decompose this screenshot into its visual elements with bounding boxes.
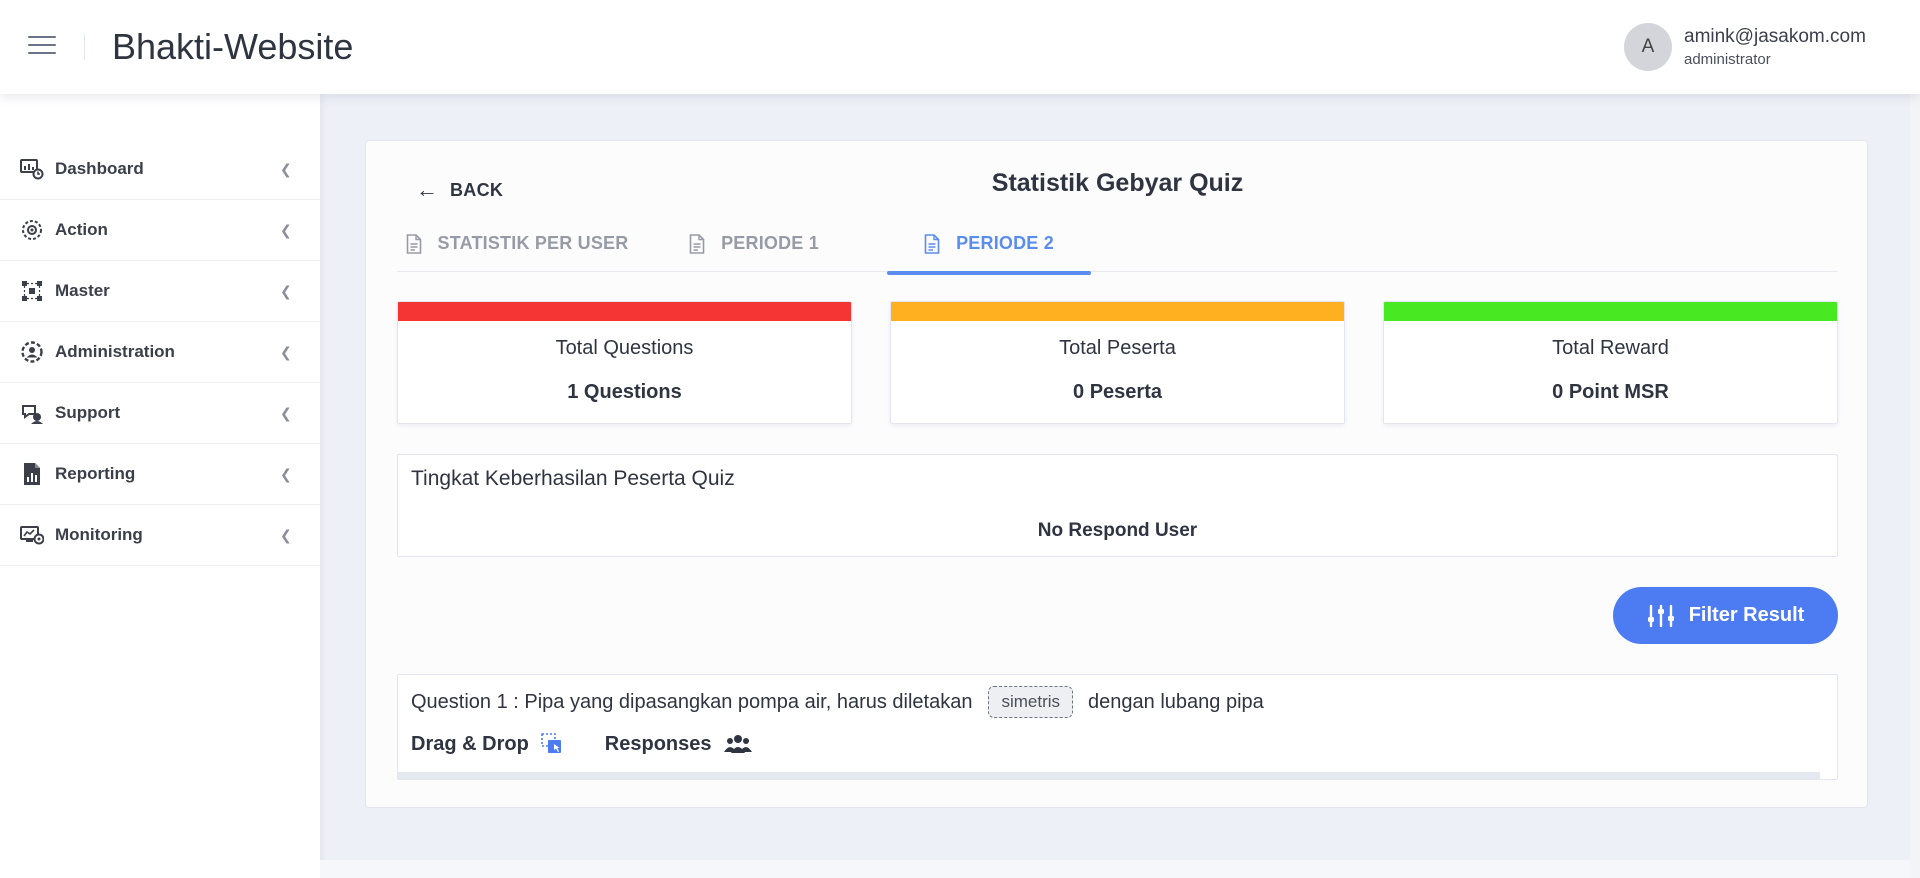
tab-periode-2[interactable]: PERIODE 2 <box>887 215 1091 275</box>
stat-color-bar <box>1384 302 1837 321</box>
sidebar-item-monitoring[interactable]: Monitoring ❮ <box>0 505 320 566</box>
tab-label: STATISTIK PER USER <box>437 233 629 253</box>
tab-bar: STATISTIK PER USER PERIODE 1 PERIODE 2 <box>397 215 1838 275</box>
drag-drop-icon <box>540 733 565 755</box>
chevron-left-icon: ❮ <box>280 404 292 421</box>
avatar[interactable]: A <box>1624 23 1672 71</box>
sidebar-item-label: Master <box>55 281 110 300</box>
question-prefix: Question 1 : Pipa yang dipasangkan pompa… <box>411 690 973 713</box>
sliders-icon <box>1647 604 1674 627</box>
sidebar-item-label: Reporting <box>55 464 136 483</box>
action-icon <box>20 218 44 242</box>
stat-color-bar <box>398 302 851 321</box>
chevron-left-icon: ❮ <box>280 160 292 177</box>
users-icon[interactable] <box>723 733 752 755</box>
stat-value: 0 Peserta <box>1073 381 1162 403</box>
stat-card-total-questions: Total Questions 1 Questions <box>397 301 852 424</box>
question-meta: Drag & Drop Responses <box>411 729 752 759</box>
stat-color-bar <box>891 302 1344 321</box>
reporting-icon <box>20 462 44 486</box>
document-icon <box>924 233 940 254</box>
filter-result-label: Filter Result <box>1688 604 1805 626</box>
answer-chip[interactable]: simetris <box>988 686 1074 718</box>
stat-title: Total Reward <box>1552 337 1669 359</box>
filter-result-button[interactable]: Filter Result <box>1613 587 1838 644</box>
page-scrollbar[interactable] <box>1910 94 1920 878</box>
sidebar-item-label: Administration <box>55 342 175 361</box>
support-icon <box>20 401 44 425</box>
document-icon <box>406 233 421 254</box>
tab-label: PERIODE 2 <box>956 233 1054 253</box>
chevron-left-icon: ❮ <box>280 343 292 360</box>
user-role: administrator <box>1684 51 1771 68</box>
success-rate-panel: Tingkat Keberhasilan Peserta Quiz No Res… <box>397 454 1838 557</box>
sidebar-item-label: Action <box>55 220 108 239</box>
tab-label: PERIODE 1 <box>721 233 819 253</box>
sidebar-item-label: Support <box>55 403 121 422</box>
question-item: Question 1 : Pipa yang dipasangkan pompa… <box>397 674 1838 780</box>
chevron-left-icon: ❮ <box>280 465 292 482</box>
hamburger-menu-icon[interactable] <box>28 36 56 58</box>
chevron-left-icon: ❮ <box>280 282 292 299</box>
sidebar-item-master[interactable]: Master ❮ <box>0 261 320 322</box>
administration-icon <box>20 340 44 364</box>
stat-card-total-peserta: Total Peserta 0 Peserta <box>890 301 1345 424</box>
top-header: Bhakti-Website A amink@jasakom.com admin… <box>0 0 1920 94</box>
sidebar-item-reporting[interactable]: Reporting ❮ <box>0 444 320 505</box>
stat-value: 0 Point MSR <box>1552 381 1669 403</box>
sidebar: Dashboard ❮ Action ❮ Master ❮ Administra… <box>0 94 320 878</box>
question-suffix: dengan lubang pipa <box>1088 690 1264 713</box>
footer-strip <box>320 860 1910 878</box>
sidebar-item-label: Dashboard <box>55 159 144 178</box>
tab-periode-1[interactable]: PERIODE 1 <box>667 215 841 272</box>
master-icon <box>20 279 44 303</box>
dashboard-icon <box>20 157 44 181</box>
horizontal-scrollbar[interactable] <box>398 772 1820 779</box>
stat-title: Total Questions <box>555 337 694 359</box>
question-text: Question 1 : Pipa yang dipasangkan pompa… <box>411 683 1264 721</box>
sidebar-item-dashboard[interactable]: Dashboard ❮ <box>0 139 320 200</box>
document-icon <box>689 233 705 254</box>
sidebar-item-action[interactable]: Action ❮ <box>0 200 320 261</box>
question-type-label: Drag & Drop <box>411 732 529 755</box>
sidebar-item-administration[interactable]: Administration ❮ <box>0 322 320 383</box>
chevron-left-icon: ❮ <box>280 221 292 238</box>
page-title: Statistik Gebyar Quiz <box>991 169 1244 197</box>
user-email[interactable]: amink@jasakom.com <box>1684 26 1866 48</box>
empty-state-text: No Respond User <box>1037 520 1198 541</box>
stat-card-total-reward: Total Reward 0 Point MSR <box>1383 301 1838 424</box>
success-rate-title: Tingkat Keberhasilan Peserta Quiz <box>411 467 735 490</box>
app-title: Bhakti-Website <box>112 26 354 67</box>
chevron-left-icon: ❮ <box>280 526 292 543</box>
stat-title: Total Peserta <box>1059 337 1176 359</box>
statistics-card: ← BACK Statistik Gebyar Quiz STATISTIK P… <box>365 140 1868 808</box>
sidebar-item-label: Monitoring <box>55 525 143 544</box>
tab-statistik-per-user[interactable]: STATISTIK PER USER <box>397 215 637 272</box>
header-divider <box>84 34 85 60</box>
responses-label: Responses <box>604 732 712 755</box>
monitoring-icon <box>20 523 44 547</box>
sidebar-item-support[interactable]: Support ❮ <box>0 383 320 444</box>
stat-value: 1 Questions <box>567 381 682 403</box>
